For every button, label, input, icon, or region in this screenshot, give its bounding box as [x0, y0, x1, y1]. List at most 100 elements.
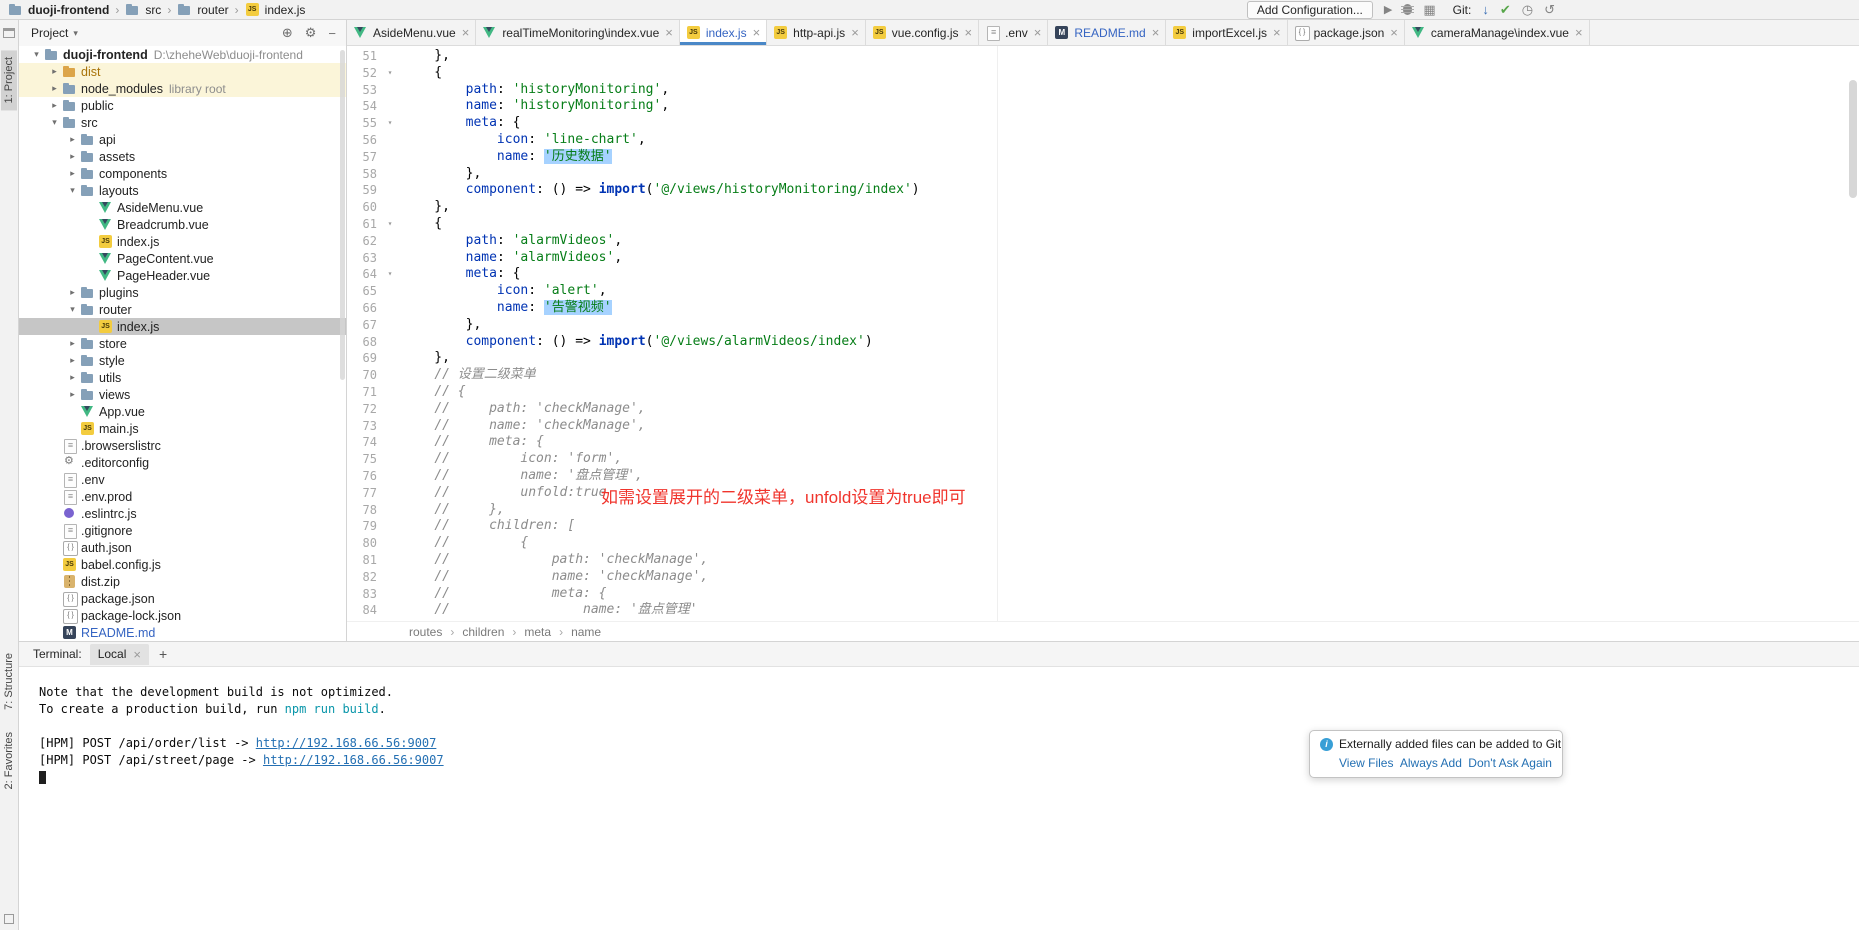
editor-tab-AsideMenu.vue[interactable]: AsideMenu.vue× — [347, 20, 476, 45]
tree-item-assets[interactable]: ▸assets — [19, 148, 346, 165]
chevron-down-icon[interactable]: ▾ — [47, 117, 62, 128]
chevron-right-icon[interactable]: ▸ — [65, 134, 80, 145]
chevron-right-icon[interactable]: ▸ — [65, 287, 80, 298]
chevron-down-icon[interactable]: ▾ — [29, 49, 44, 60]
tree-item-style[interactable]: ▸style — [19, 352, 346, 369]
code-line-83[interactable]: 83 // meta: { — [347, 586, 1859, 603]
fold-arrow-icon[interactable]: ▾ — [377, 65, 403, 82]
code-editor[interactable]: 51 },52▾ {53 path: 'historyMonitoring',5… — [347, 46, 1859, 621]
chevron-right-icon[interactable]: ▸ — [65, 338, 80, 349]
code-line-69[interactable]: 69 }, — [347, 350, 1859, 367]
code-line-56[interactable]: 56 icon: 'line-chart', — [347, 132, 1859, 149]
notification-action[interactable]: Don't Ask Again — [1468, 756, 1552, 770]
terminal-link[interactable]: http://192.168.66.56:9007 — [263, 753, 444, 767]
chevron-right-icon[interactable]: ▸ — [65, 389, 80, 400]
tree-item-dist[interactable]: ▸dist — [19, 63, 346, 80]
code-line-76[interactable]: 76 // name: '盘点管理', — [347, 468, 1859, 485]
editor-tab-vue.config.js[interactable]: vue.config.js× — [866, 20, 979, 45]
code-line-54[interactable]: 54 name: 'historyMonitoring', — [347, 98, 1859, 115]
gear-icon[interactable]: ⚙ — [305, 25, 317, 41]
tree-item-store[interactable]: ▸store — [19, 335, 346, 352]
hide-panel-icon[interactable]: − — [328, 26, 336, 41]
chevron-right-icon[interactable]: ▸ — [65, 168, 80, 179]
stripe-structure-button[interactable]: 7: Structure — [1, 646, 17, 717]
add-configuration-button[interactable]: Add Configuration... — [1247, 1, 1373, 19]
code-line-65[interactable]: 65 icon: 'alert', — [347, 283, 1859, 300]
tree-item-public[interactable]: ▸public — [19, 97, 346, 114]
history-clock-icon[interactable]: ◷ — [1522, 3, 1533, 17]
code-line-51[interactable]: 51 }, — [347, 48, 1859, 65]
tree-item-api[interactable]: ▸api — [19, 131, 346, 148]
code-line-70[interactable]: 70 // 设置二级菜单 — [347, 367, 1859, 384]
code-line-79[interactable]: 79 // children: [ — [347, 518, 1859, 535]
code-line-57[interactable]: 57 name: '历史数据' — [347, 149, 1859, 166]
tree-item-components[interactable]: ▸components — [19, 165, 346, 182]
tree-item-src[interactable]: ▾src — [19, 114, 346, 131]
close-icon[interactable]: × — [753, 25, 761, 40]
close-icon[interactable]: × — [1575, 25, 1583, 40]
code-line-77[interactable]: 77 // unfold:true — [347, 485, 1859, 502]
tree-item-.env.prod[interactable]: .env.prod — [19, 488, 346, 505]
project-view-dropdown[interactable]: Project ▾ — [31, 26, 78, 40]
code-line-84[interactable]: 84 // name: '盘点管理' — [347, 602, 1859, 619]
debug-icon[interactable] — [1403, 4, 1412, 15]
code-line-73[interactable]: 73 // name: 'checkManage', — [347, 418, 1859, 435]
tree-item-node_modules[interactable]: ▸node_moduleslibrary root — [19, 80, 346, 97]
code-line-55[interactable]: 55▾ meta: { — [347, 115, 1859, 132]
close-icon[interactable]: × — [1034, 25, 1042, 40]
chevron-down-icon[interactable]: ▾ — [65, 185, 80, 196]
tree-item-.eslintrc.js[interactable]: .eslintrc.js — [19, 505, 346, 522]
code-line-81[interactable]: 81 // path: 'checkManage', — [347, 552, 1859, 569]
toolwindow-icon[interactable] — [3, 28, 15, 38]
tree-item-utils[interactable]: ▸utils — [19, 369, 346, 386]
chevron-right-icon[interactable]: ▸ — [47, 66, 62, 77]
close-icon[interactable]: × — [964, 25, 972, 40]
notification-action[interactable]: Always Add — [1400, 756, 1462, 770]
editor-tab-cameraManage\index.vue[interactable]: cameraManage\index.vue× — [1405, 20, 1590, 45]
breadcrumb-item[interactable]: src — [125, 3, 161, 17]
code-line-59[interactable]: 59 component: () => import('@/views/hist… — [347, 182, 1859, 199]
code-line-66[interactable]: 66 name: '告警视频' — [347, 300, 1859, 317]
close-icon[interactable]: × — [1152, 25, 1160, 40]
notification-action[interactable]: View Files — [1339, 756, 1393, 770]
tree-item-babel.config.js[interactable]: babel.config.js — [19, 556, 346, 573]
breadcrumb-item[interactable]: index.js — [245, 3, 306, 17]
chevron-down-icon[interactable]: ▾ — [65, 304, 80, 315]
terminal-link[interactable]: http://192.168.66.56:9007 — [256, 736, 437, 750]
tree-item-.editorconfig[interactable]: .editorconfig — [19, 454, 346, 471]
close-icon[interactable]: × — [851, 25, 859, 40]
editor-tab-http-api.js[interactable]: http-api.js× — [767, 20, 866, 45]
tree-item-auth.json[interactable]: auth.json — [19, 539, 346, 556]
terminal-output[interactable]: Note that the development build is not o… — [19, 667, 1859, 930]
editor-tab-index.js[interactable]: index.js× — [680, 20, 767, 45]
chevron-right-icon[interactable]: ▸ — [65, 151, 80, 162]
code-line-52[interactable]: 52▾ { — [347, 65, 1859, 82]
fold-arrow-icon[interactable]: ▾ — [377, 266, 403, 283]
tree-item-AsideMenu.vue[interactable]: AsideMenu.vue — [19, 199, 346, 216]
close-icon[interactable]: × — [1390, 25, 1398, 40]
run-icon[interactable]: ▶ — [1384, 3, 1392, 17]
chevron-right-icon[interactable]: ▸ — [65, 372, 80, 383]
fold-arrow-icon[interactable]: ▾ — [377, 216, 403, 233]
tree-item-PageHeader.vue[interactable]: PageHeader.vue — [19, 267, 346, 284]
tree-item-App.vue[interactable]: App.vue — [19, 403, 346, 420]
terminal-tab-local[interactable]: Local × — [90, 644, 149, 665]
tree-item-main.js[interactable]: main.js — [19, 420, 346, 437]
tree-item-.browserslistrc[interactable]: .browserslistrc — [19, 437, 346, 454]
editor-tab-README.md[interactable]: README.md× — [1048, 20, 1166, 45]
breadcrumb-item-meta[interactable]: meta — [524, 625, 551, 639]
fold-arrow-icon[interactable]: ▾ — [377, 115, 403, 132]
tree-item-router[interactable]: ▾router — [19, 301, 346, 318]
stripe-project-button[interactable]: 1: Project — [1, 50, 17, 110]
breadcrumb-item-children[interactable]: children — [462, 625, 504, 639]
tree-item-views[interactable]: ▸views — [19, 386, 346, 403]
code-line-60[interactable]: 60 }, — [347, 199, 1859, 216]
code-line-61[interactable]: 61▾ { — [347, 216, 1859, 233]
code-line-75[interactable]: 75 // icon: 'form', — [347, 451, 1859, 468]
editor-tab-realTimeMonitoring\index.vue[interactable]: realTimeMonitoring\index.vue× — [476, 20, 680, 45]
code-line-58[interactable]: 58 }, — [347, 166, 1859, 183]
tree-item-layouts[interactable]: ▾layouts — [19, 182, 346, 199]
breadcrumb-item-routes[interactable]: routes — [409, 625, 442, 639]
tree-item-duoji-frontend[interactable]: ▾duoji-frontendD:\zheheWeb\duoji-fronten… — [19, 46, 346, 63]
code-line-53[interactable]: 53 path: 'historyMonitoring', — [347, 82, 1859, 99]
